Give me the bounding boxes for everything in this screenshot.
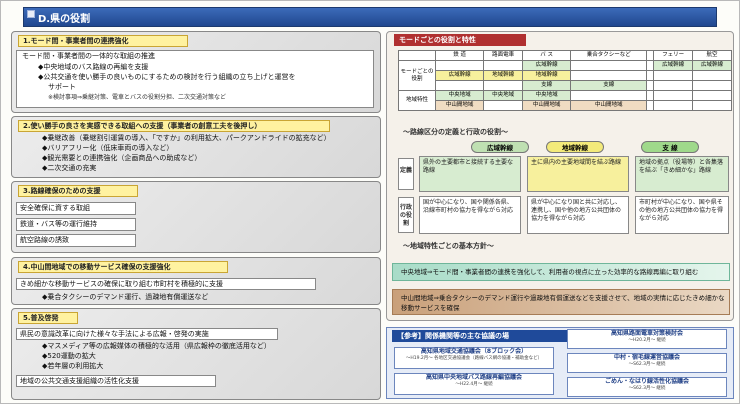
section-3-item-3: 航空路線の誘致 [16,234,136,247]
section-3-title: 3.路線確保のための支援 [18,185,138,197]
oval-wide: 広域幹線 [471,141,529,153]
definition-branch: 地域の拠点（役場等）と各集落を結ぶ「きめ細かな」路線 [635,156,729,192]
council-1-name: 高知県地域交通協議会（8ブロック会） [420,348,528,355]
section-5-line-3: ◆520運動の拡大 [42,352,96,360]
cell-bus-region: 地域幹線 [522,70,572,81]
cell-ferry-wide: 広域幹線 [653,60,694,71]
oval-region: 地域幹線 [546,141,604,153]
cell-taxi-branch: 支線 [570,80,648,91]
role-region: 県が中心になり国と共に対応し、連携し、国や他の地方公共団体の協力を得ながら対応 [527,196,629,234]
cell-bus-branch: 支線 [522,80,572,91]
section-1-line-1: モード間・事業者間の一体的な取組の推進 [22,52,155,60]
cell-air-wide: 広域幹線 [692,60,732,71]
section-2-line-1: ◆乗継改善（乗継割引運賃の導入、「ですか」の利用拡大、パークアンドライドの拡充な… [42,134,331,142]
section-2-line-3: ◆観光需要との連携強化（企画商品への助成など） [42,154,202,162]
definition-region: 主に県内の主要地域間を結ぶ路線 [527,156,629,192]
definition-label: 定義 [398,158,414,190]
definition-heading: 〜路線区分の定義と行政の役割〜 [403,128,508,136]
oval-branch: 支 線 [641,141,699,153]
header-bar: D.県の役割 [23,7,717,27]
section-4-line-2: ◆乗合タクシーのデマンド運行、過疎地有償運送など [42,293,209,301]
section-1-title: 1.モード間・事業者間の連携強化 [18,35,188,47]
council-3-name: 高知県中央地域バス路線再編協議会 [425,374,522,381]
cell-rail-central: 中央地域 [434,90,485,101]
role-branch: 市町村が中心になり、国や県その他の地方公共団体の協力を得ながら対応 [635,196,729,234]
cell-rail-wide: 広域幹線 [434,70,485,81]
council-1: 高知県地域交通協議会（8ブロック会） 〜H19.2月〜 各地区交通協議会（路線バ… [394,347,554,369]
section-5-title: 5.普及啓発 [18,312,78,324]
th-ferry: フェリー [653,50,694,61]
mode-role-title: モードごとの役割と特性 [394,34,526,46]
section-4-item-1: きめ細かな移動サービスの確保に取り組む市町村を積極的に支援 [16,278,316,290]
mode-table-wrap: 鉄 道 路面電車 バ ス 乗合タクシーなど フェリー 航空 モードごとの役割 広… [398,50,732,111]
section-1-line-5: ※検討事項⇒乗継対策、電車とバスの役割分担、二次交通対策など [48,94,227,101]
th-air: 航空 [692,50,732,61]
row-label-area: 地域特性 [398,90,436,111]
section-3: 3.路線確保のための支援 安全確保に資する取組 鉄道・バス等の運行維持 航空路線… [11,181,381,253]
council-4-name: 中村・宿毛線運営協議会 [613,354,680,361]
section-2-title: 2.使い勝手の良さを実感できる取組への支援（事業者の創意工夫を後押し） [18,120,330,132]
cell-bus-central: 中央地域 [522,90,572,101]
th-bus: バ ス [522,50,572,61]
section-2: 2.使い勝手の良さを実感できる取組への支援（事業者の創意工夫を後押し） ◆乗継改… [11,116,381,178]
cell-rail-mountain: 中山間地域 [434,100,485,111]
council-5-desc: 〜S62.3月〜 継続 [628,386,666,391]
cell-bus-mountain: 中山間地域 [522,100,572,111]
section-3-item-1: 安全確保に資する取組 [16,202,136,215]
th-rail: 鉄 道 [434,50,485,61]
section-2-line-4: ◆二次交通の充実 [42,164,97,172]
cell-taxi-mountain: 中山間地域 [570,100,648,111]
council-2-name: 高知県路面電車対策検討会 [610,330,683,337]
section-5: 5.普及啓発 県民の意識改革に向けた様々な手法による広報・啓発の実施 ◆マスメデ… [11,308,381,400]
section-4: 4.中山間地域での移動サービス確保の支援強化 きめ細かな移動サービスの確保に取り… [11,257,381,305]
mode-table: 鉄 道 路面電車 バ ス 乗合タクシーなど フェリー 航空 モードごとの役割 広… [398,50,732,111]
council-4-desc: 〜S62.3月〜 継続 [628,362,666,367]
section-4-title: 4.中山間地域での移動サービス確保の支援強化 [18,261,228,273]
councils-title: 【参考】関係機関等の主な協議の場 [392,330,570,342]
page-title: D.県の役割 [38,14,91,25]
policy-heading: 〜地域特性ごとの基本方針〜 [403,242,494,250]
section-2-line-2: ◆バリアフリー化（低床車両の導入など） [42,144,174,152]
page: { "header":{"title":"D.県の役割"}, "sections… [0,0,740,404]
council-2: 高知県路面電車対策検討会 〜H20.2月〜 継続 [567,329,727,349]
section-1-line-2: ◆中央地域のバス路線の再編を支援 [38,63,149,71]
council-1-desc: 〜H19.2月〜 各地区交通協議会（路線バス網の協議・補助金など） [405,356,543,361]
council-5: ごめん・なはり線活性化協議会 〜S62.3月〜 継続 [567,377,727,397]
th-taxi: 乗合タクシーなど [570,50,648,61]
section-1-line-3: ◆公共交通を使い勝手の良いものにするための検討を行う組織の立ち上げと運営を [38,73,296,81]
section-1-line-4: サポート [48,83,76,91]
section-5-line-2: ◆マスメディア等の広報媒体の積極的な活用（県広報枠の徹底活用など） [42,342,271,350]
th-tram: 路面電車 [483,50,524,61]
council-3: 高知県中央地域バス路線再編協議会 〜H22.4月〜 継続 [394,373,554,395]
cell-tram-region: 地域幹線 [483,70,524,81]
cell-bus-wide: 広域幹線 [522,60,572,71]
policy-central: 中央地域⇒モード間・事業者間の連携を強化して、利用者の視点に立った効率的な路線再… [392,263,730,281]
row-label-role: モードごとの役割 [398,60,436,91]
cell-tram-central: 中央地域 [483,90,524,101]
role-wide: 国が中心になり、国や関係各県、沿線市町村の協力を得ながら対応 [419,196,521,234]
council-5-name: ごめん・なはり線活性化協議会 [604,378,689,385]
policy-mountain: 中山間地域⇒乗合タクシーのデマンド運行や過疎地有償運送などを支援させて、地域の実… [392,289,730,315]
definition-wide: 県外の主要都市と接続する主要な路線 [419,156,521,192]
section-5-item-1: 県民の意識改革に向けた様々な手法による広報・啓発の実施 [16,328,278,340]
council-3-desc: 〜H22.4月〜 継続 [455,382,493,387]
section-5-item-5: 地域の公共交通支援組織の活性化支援 [16,375,216,387]
council-4: 中村・宿毛線運営協議会 〜S62.3月〜 継続 [567,353,727,373]
section-1: 1.モード間・事業者間の連携強化 モード間・事業者間の一体的な取組の推進 ◆中央… [11,31,381,113]
section-5-line-4: ◆若年層の利用拡大 [42,362,104,370]
admin-label: 行政の役割 [398,197,414,233]
council-2-desc: 〜H20.2月〜 継続 [628,338,666,343]
header-square-icon [27,10,35,18]
section-3-item-2: 鉄道・バス等の運行維持 [16,218,136,231]
